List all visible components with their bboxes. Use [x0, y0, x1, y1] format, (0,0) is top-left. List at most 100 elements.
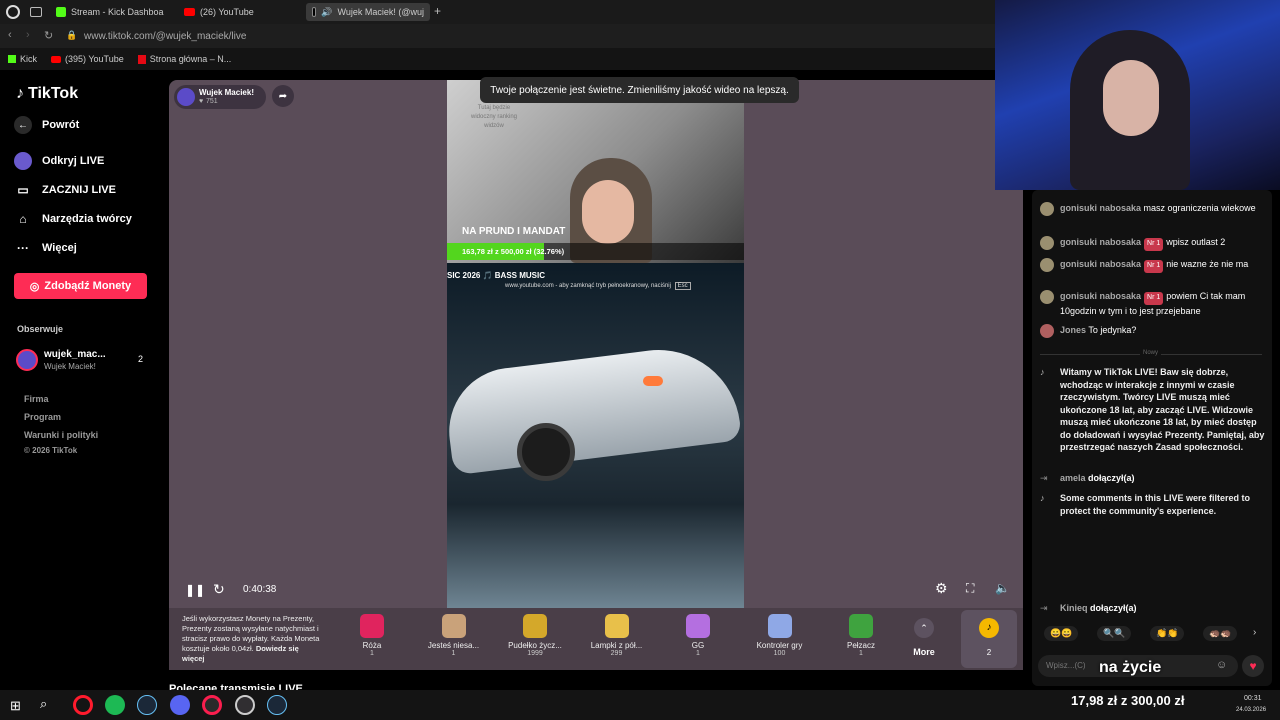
taskbar: ⊞ ⌕ 17,98 zł z 300,00 zł 00:31 24.03.202… — [0, 690, 1280, 720]
chat-message-body: gonisuki nabosaka Nr 1 wpisz outlast 2 — [1060, 236, 1225, 251]
browser-logo-icon[interactable] — [6, 5, 20, 19]
tab-kick[interactable]: Stream - Kick Dashboa — [50, 3, 170, 21]
quick-reaction-button[interactable]: 😀😀 — [1044, 626, 1079, 641]
quick-reaction-button[interactable]: 🦔🦔 — [1203, 626, 1238, 641]
gift-name: Jesteś niesa... — [427, 641, 480, 650]
ellipsis-icon: ··· — [17, 241, 29, 255]
more-gifts-button[interactable]: ⌃ More — [904, 618, 944, 660]
gift-icon — [767, 614, 792, 638]
gift-info: Jeśli wykorzystasz Monety na Prezenty, P… — [182, 614, 320, 663]
chevron-up-icon: ⌃ — [914, 618, 934, 638]
stream-video[interactable]: Tutaj będzie widoczny ranking widzów NA … — [447, 80, 744, 608]
kick-icon — [8, 55, 16, 63]
chat-message[interactable]: Jones To jedynka? — [1040, 324, 1266, 338]
new-tab-button[interactable]: + — [434, 4, 441, 18]
webcam-face — [1103, 60, 1159, 136]
chat-text: nie wazne że nie ma — [1166, 259, 1249, 269]
chevron-right-icon[interactable]: › — [1253, 627, 1256, 638]
chat-username[interactable]: gonisuki nabosaka — [1060, 259, 1141, 269]
tiktok-note-icon: ♪ — [16, 85, 24, 102]
footer-program[interactable]: Program — [24, 412, 61, 422]
pause-icon[interactable]: ❚❚ — [185, 583, 205, 597]
chat-message-body: gonisuki nabosaka masz ograniczenia wiek… — [1060, 202, 1256, 216]
coin-balance-button[interactable]: ♪ 2 — [961, 610, 1017, 668]
sidebar-toggle-icon[interactable] — [30, 7, 42, 17]
emoji-icon[interactable]: ☺ — [1216, 659, 1227, 671]
join-message: ⇥ Kinieq dołączył(a) — [1040, 603, 1137, 613]
opera-icon[interactable] — [73, 695, 93, 715]
youtube-icon — [51, 55, 62, 63]
chat-username[interactable]: gonisuki nabosaka — [1060, 237, 1141, 247]
coin-icon: ♪ — [979, 618, 999, 638]
spotify-icon[interactable] — [105, 695, 125, 715]
back-button[interactable]: ← Powrót — [14, 116, 79, 134]
obs-icon[interactable] — [235, 695, 255, 715]
bookmark-netflix[interactable]: Strona główna – N... — [137, 54, 231, 64]
fullscreen-icon[interactable]: ⛶ — [966, 581, 974, 596]
search-icon[interactable]: ⌕ — [40, 696, 47, 712]
streamer-face — [582, 180, 634, 244]
bookmark-kick[interactable]: Kick — [8, 54, 37, 64]
filter-message: ♪ Some comments in this LIVE were filter… — [1040, 493, 1251, 516]
goal-bar: 163,78 zł z 500,00 zł (32.76%) — [447, 243, 744, 260]
gift-item[interactable]: Róża 1 — [337, 614, 407, 657]
volume-icon[interactable]: 🔈 — [995, 581, 1010, 595]
tiktok-logo[interactable]: ♪ TikTok — [16, 85, 78, 103]
bookmark-youtube[interactable]: (395) YouTube — [51, 54, 124, 64]
forward-icon[interactable]: › — [26, 29, 30, 41]
tab-label: Stream - Kick Dashboa — [71, 7, 164, 17]
chat-message[interactable]: gonisuki nabosaka Nr 1 powiem Ci tak mam 1… — [1040, 290, 1266, 317]
rank-badge: Nr 1 — [1144, 238, 1164, 251]
gift-item[interactable]: Lampki z pół... 299 — [582, 614, 652, 657]
gift-item[interactable]: Pełzacz 1 — [826, 614, 896, 657]
chat-username[interactable]: gonisuki nabosaka — [1060, 291, 1141, 301]
avatar — [1040, 202, 1054, 216]
chat-username[interactable]: gonisuki nabosaka — [1060, 203, 1141, 213]
gift-price: 299 — [610, 650, 623, 657]
divider-label: Nowy — [1140, 350, 1162, 356]
gift-price: 1 — [370, 650, 374, 657]
car-taillight — [643, 376, 663, 386]
avatar — [1040, 236, 1054, 250]
quick-reaction-button[interactable]: 👏👏 — [1150, 626, 1185, 641]
chat-message[interactable]: gonisuki nabosaka Nr 1 nie wazne że nie ma — [1040, 258, 1266, 273]
nav-start-live[interactable]: ▭ ZACZNIJ LIVE — [14, 181, 116, 199]
opera-gx-icon[interactable] — [202, 695, 222, 715]
chat-message[interactable]: gonisuki nabosaka Nr 1 wpisz outlast 2 — [1040, 236, 1266, 251]
windows-start-icon[interactable]: ⊞ — [10, 698, 21, 714]
chat-text: wpisz outlast 2 — [1166, 237, 1226, 247]
host-card[interactable]: Wujek Maciek! ♥ 751 — [174, 85, 266, 109]
chat-message-body: Jones To jedynka? — [1060, 324, 1136, 338]
game-capture: SIC 2026 🎵 BASS MUSIC www.youtube.com - … — [447, 263, 744, 608]
share-button[interactable]: ➦ — [272, 85, 294, 107]
get-coins-button[interactable]: ◎ Zdobądź Monety — [14, 273, 147, 299]
like-button[interactable]: ♥ — [1242, 655, 1264, 677]
chat-text: To jedynka? — [1088, 325, 1137, 335]
quality-toast: Twoje połączenie jest świetne. Zmieniliś… — [480, 77, 799, 103]
nav-more[interactable]: ··· Więcej — [14, 239, 77, 257]
refresh-icon[interactable]: ↻ — [213, 581, 225, 598]
quick-reaction-button[interactable]: 🔍🔍 — [1097, 626, 1132, 641]
chat-username[interactable]: Jones — [1060, 325, 1086, 335]
url-field[interactable]: www.tiktok.com/@wujek_maciek/live — [84, 31, 246, 42]
music-label: SIC 2026 🎵 BASS MUSIC — [447, 271, 545, 280]
following-item[interactable]: wujek_mac... Wujek Maciek! 2 — [16, 348, 146, 374]
reload-icon[interactable]: ↻ — [44, 29, 53, 42]
settings-icon[interactable]: ⚙ — [935, 580, 948, 597]
tab-youtube[interactable]: (26) YouTube — [178, 3, 298, 21]
gift-item[interactable]: Jesteś niesa... 1 — [419, 614, 489, 657]
gift-item[interactable]: GG 1 — [663, 614, 733, 657]
chat-message[interactable]: gonisuki nabosaka masz ograniczenia wiek… — [1040, 202, 1266, 216]
footer-terms[interactable]: Warunki i polityki — [24, 430, 98, 440]
tab-tiktok[interactable]: 🔊 Wujek Maciek! (@wuj — [306, 3, 430, 21]
gift-item[interactable]: Kontroler gry 100 — [745, 614, 815, 657]
nav-creator-tools[interactable]: ⌂ Narzędzia twórcy — [14, 210, 132, 228]
back-icon[interactable]: ‹ — [8, 29, 12, 41]
discord-icon[interactable] — [170, 695, 190, 715]
footer-company[interactable]: Firma — [24, 394, 49, 404]
gift-item[interactable]: Pudełko życz... 1999 — [500, 614, 570, 657]
steam-icon[interactable] — [137, 695, 157, 715]
nav-discover-live[interactable]: Odkryj LIVE — [14, 152, 104, 170]
steam-icon[interactable] — [267, 695, 287, 715]
following-title: Obserwuje — [17, 324, 64, 334]
